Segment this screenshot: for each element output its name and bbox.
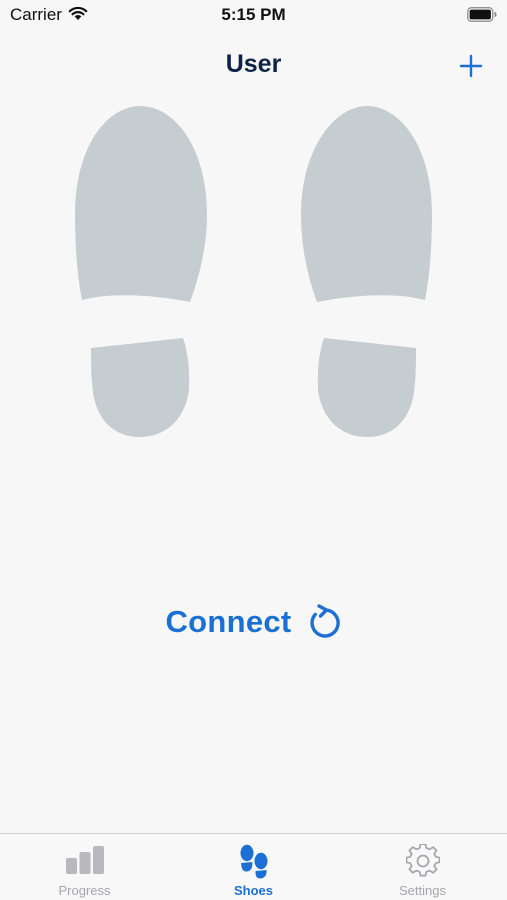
tab-shoes[interactable]: Shoes — [169, 834, 338, 900]
tab-settings-label: Settings — [399, 883, 446, 898]
tab-shoes-label: Shoes — [233, 883, 273, 898]
refresh-icon — [309, 604, 340, 638]
left-heel — [91, 338, 190, 437]
page-title: User — [225, 50, 282, 78]
left-sole — [75, 106, 207, 302]
battery-icon — [467, 7, 497, 22]
tab-progress-label: Progress — [58, 883, 111, 898]
footprints-icon — [240, 844, 267, 879]
status-time: 5:15 PM — [221, 5, 286, 24]
left-footprint — [75, 106, 207, 437]
tab-bar: Progress Shoes Settings — [0, 833, 507, 900]
gear-icon — [405, 844, 440, 877]
right-footprint — [301, 106, 432, 437]
connect-button[interactable]: Connect — [0, 600, 507, 644]
bar-chart-icon — [65, 846, 104, 874]
tab-settings[interactable]: Settings — [338, 834, 507, 900]
status-bar: Carrier 5:15 PM — [0, 0, 507, 30]
tab-progress[interactable]: Progress — [0, 834, 169, 900]
plus-icon[interactable] — [457, 52, 485, 80]
right-heel — [317, 338, 416, 437]
right-sole — [301, 106, 432, 302]
footprints-illustration — [75, 106, 432, 437]
connect-label: Connect — [165, 604, 292, 639]
app-screen: Carrier 5:15 PM User Connect Progress Sh… — [0, 0, 507, 900]
